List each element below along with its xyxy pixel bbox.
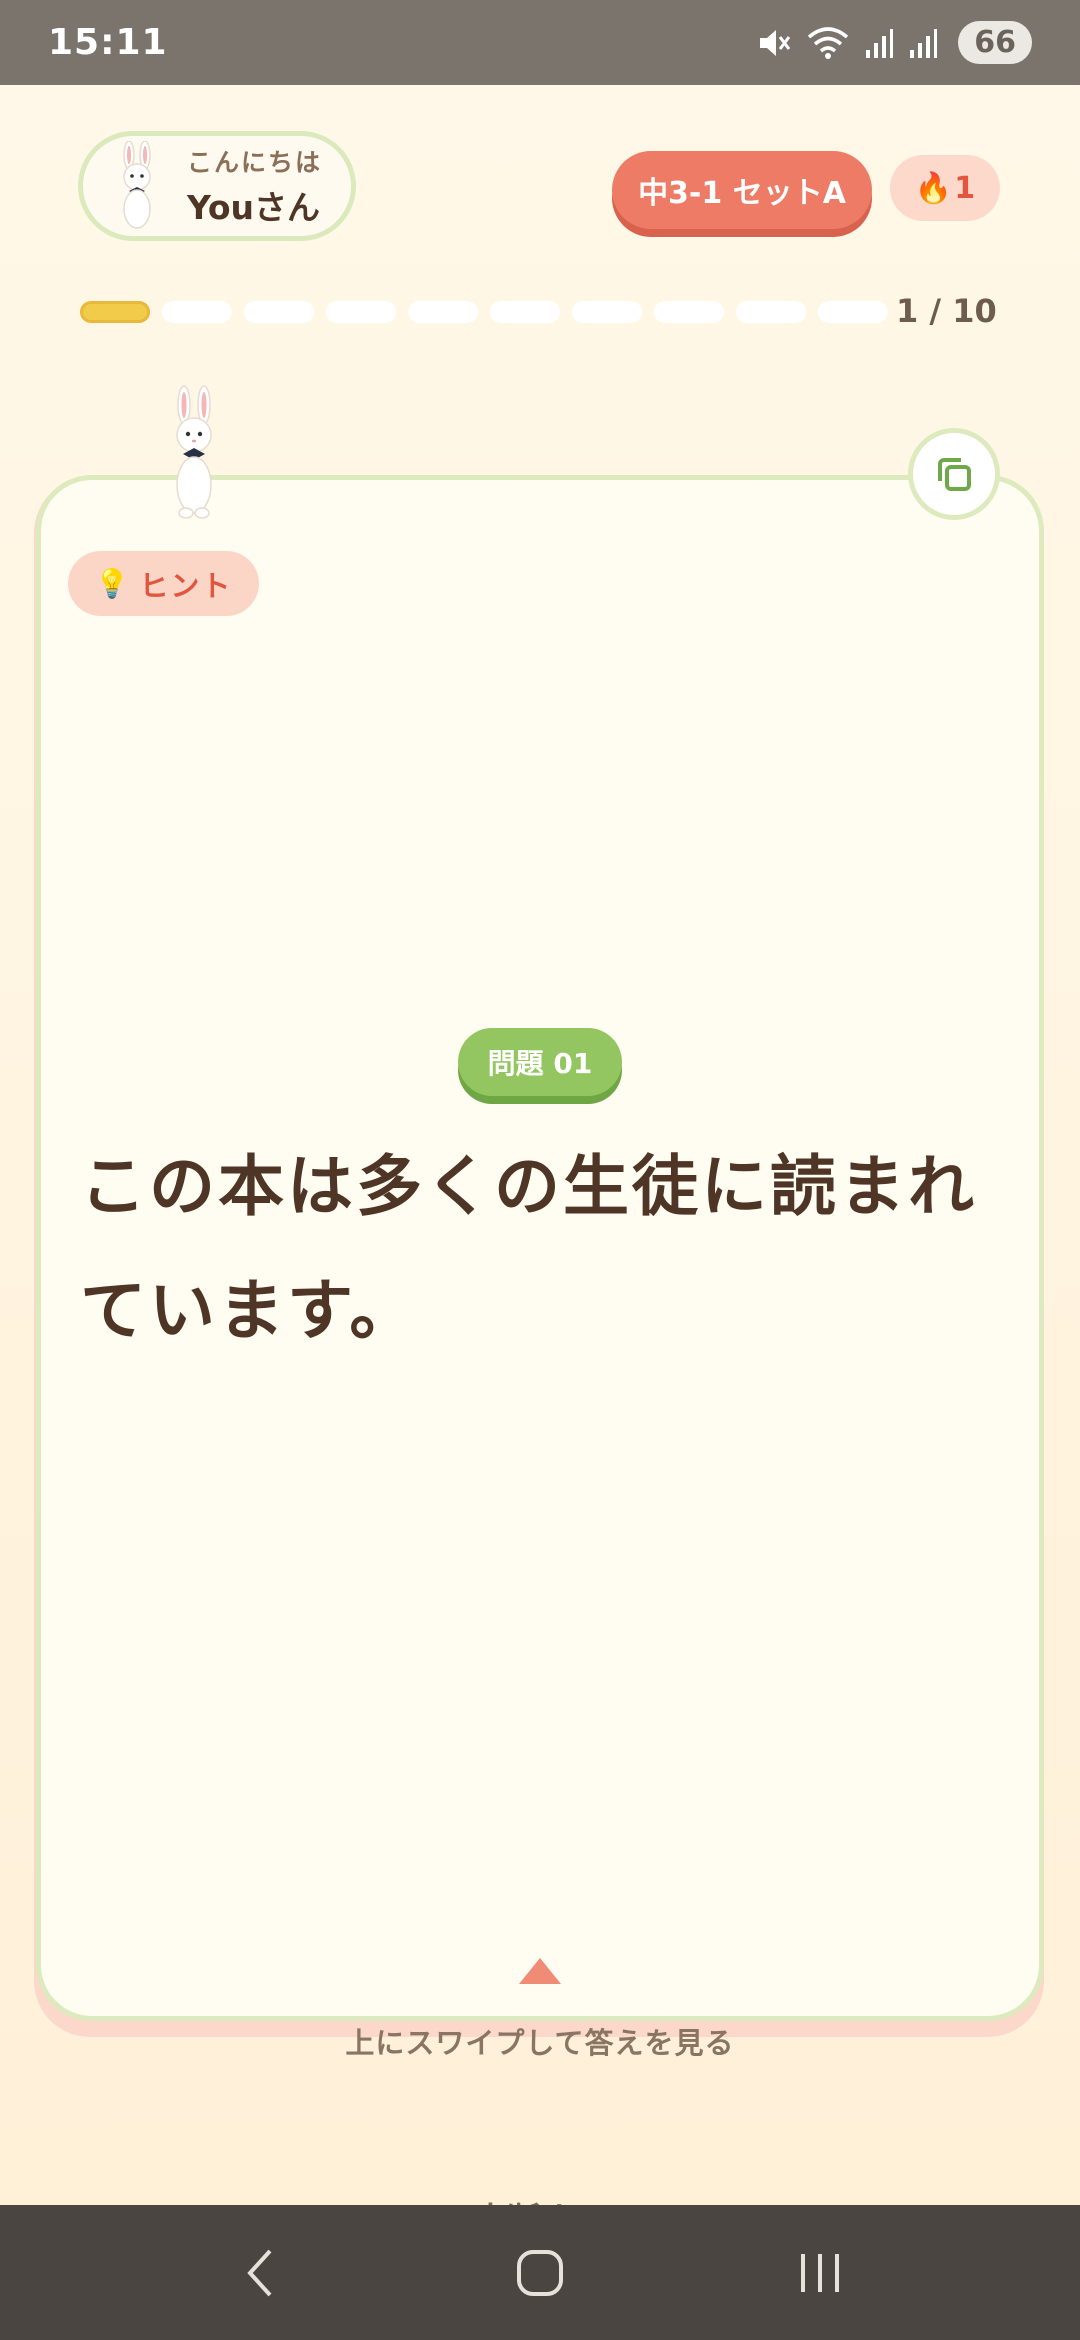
- progress-count: 1 / 10: [896, 292, 997, 330]
- rabbit-avatar-icon: [123, 141, 151, 229]
- swipe-hint: 上にスワイプして答えを見る: [345, 2026, 735, 2060]
- progress-segment: [736, 301, 806, 323]
- rabbit-mascot-icon: [176, 385, 212, 519]
- mute-icon: [760, 29, 791, 56]
- home-button[interactable]: [490, 2233, 590, 2313]
- hint-label: ヒント: [139, 568, 233, 603]
- signal-icon: [910, 28, 938, 58]
- hint-button[interactable]: 💡 ヒント: [68, 551, 259, 616]
- recents-icon: [801, 2253, 839, 2292]
- copy-icon: [938, 458, 971, 491]
- progress-segment: [408, 301, 478, 323]
- question-number-badge: 問題 01: [458, 1028, 622, 1096]
- progress-segment: [572, 301, 642, 323]
- greeting-pill[interactable]: こんにちは Youさん: [78, 131, 356, 241]
- status-time: 15:11: [48, 22, 168, 63]
- system-nav-bar: [0, 2205, 1080, 2340]
- status-bar: 15:11 66: [0, 0, 1080, 85]
- progress-segment: [244, 301, 314, 323]
- fire-icon: 🔥: [914, 170, 953, 206]
- recents-button[interactable]: [770, 2233, 870, 2313]
- swipe-up-arrow-icon: [519, 1958, 561, 1984]
- progress-segment: [80, 301, 150, 323]
- progress-segment: [162, 301, 232, 323]
- streak-count: 1: [954, 170, 976, 206]
- progress-segment: [654, 301, 724, 323]
- progress-segment: [490, 301, 560, 323]
- back-icon: [247, 2249, 272, 2296]
- app-screen: こんにちは Youさん 中3-1 セットA 🔥 1 1 / 10 💡 ヒント 問…: [0, 85, 1080, 2239]
- user-name: Youさん: [187, 188, 321, 227]
- status-icons: 66: [756, 21, 1032, 64]
- streak-badge: 🔥 1: [890, 155, 1000, 221]
- progress-segment: [326, 301, 396, 323]
- question-text: この本は多くの生徒に読まれています。: [80, 1148, 977, 1349]
- greeting-label: こんにちは: [187, 148, 323, 177]
- set-selector-button[interactable]: 中3-1 セットA: [612, 151, 872, 229]
- lightbulb-icon: 💡: [94, 567, 132, 600]
- back-button[interactable]: [210, 2233, 310, 2313]
- progress-segment: [818, 301, 888, 323]
- progress-bar: [80, 301, 888, 323]
- signal-icon: [866, 28, 894, 58]
- wifi-icon: [808, 26, 849, 59]
- battery-indicator: 66: [958, 21, 1032, 64]
- home-icon: [517, 2249, 563, 2296]
- copy-button[interactable]: [908, 428, 1000, 520]
